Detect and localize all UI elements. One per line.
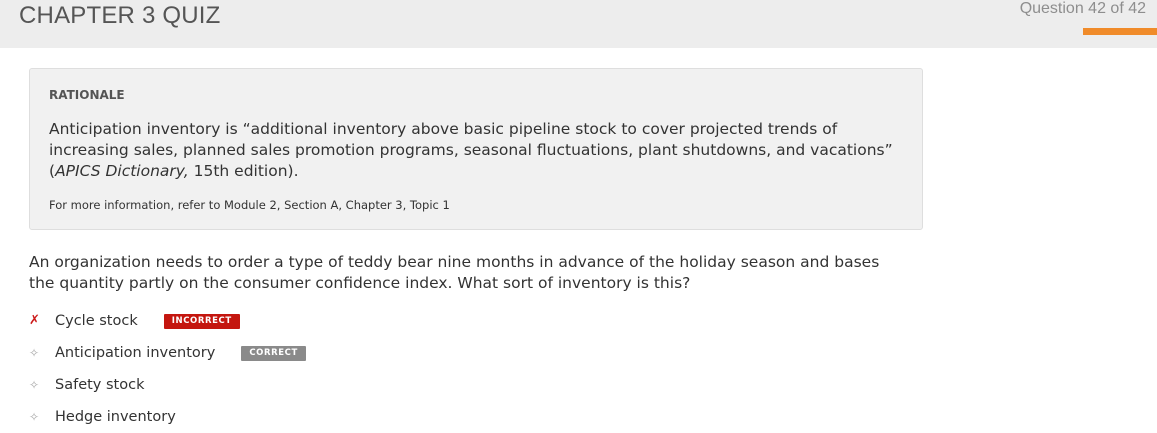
rationale-citation: APICS Dictionary, xyxy=(55,162,189,180)
answer-option-hedge-inventory[interactable]: ✧ Hedge inventory xyxy=(29,407,176,427)
rationale-text: Anticipation inventory is “additional in… xyxy=(49,119,899,182)
incorrect-badge: INCORRECT xyxy=(163,313,240,329)
diamond-bullet-icon: ✧ xyxy=(29,378,40,392)
rationale-panel: RATIONALE Anticipation inventory is “add… xyxy=(29,68,923,230)
page-title: CHAPTER 3 QUIZ xyxy=(19,2,221,29)
answer-option-label: Hedge inventory xyxy=(55,409,176,425)
answer-option-cycle-stock[interactable]: ✗ Cycle stock INCORRECT xyxy=(29,311,240,331)
rationale-heading: RATIONALE xyxy=(49,88,125,102)
correct-badge: CORRECT xyxy=(241,345,306,361)
answer-option-anticipation-inventory[interactable]: ✧ Anticipation inventory CORRECT xyxy=(29,343,306,363)
x-mark-icon: ✗ xyxy=(29,313,40,328)
quiz-header: CHAPTER 3 QUIZ Question 42 of 42 xyxy=(0,0,1157,48)
rationale-reference: For more information, refer to Module 2,… xyxy=(49,198,450,212)
answer-option-safety-stock[interactable]: ✧ Safety stock xyxy=(29,375,144,395)
diamond-bullet-icon: ✧ xyxy=(29,410,40,424)
answer-option-label: Anticipation inventory xyxy=(55,345,216,361)
progress-bar xyxy=(1083,28,1157,35)
rationale-text-end: 15th edition). xyxy=(188,162,299,180)
answer-option-label: Cycle stock xyxy=(55,313,138,329)
answer-option-label: Safety stock xyxy=(55,377,145,393)
diamond-bullet-icon: ✧ xyxy=(29,346,40,360)
question-counter: Question 42 of 42 xyxy=(1019,0,1146,17)
question-text: An organization needs to order a type of… xyxy=(29,253,880,292)
